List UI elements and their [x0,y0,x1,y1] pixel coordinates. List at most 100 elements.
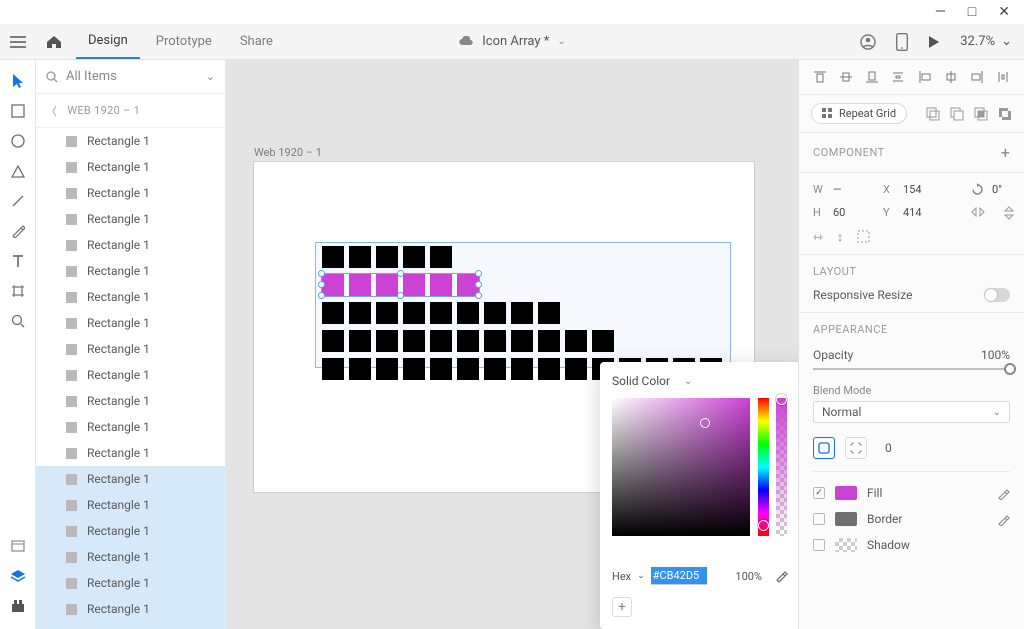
icon-rect[interactable] [403,302,425,324]
corner-independent-button[interactable] [845,437,867,459]
layer-item[interactable]: Rectangle 1 [36,440,225,466]
fill-checkbox[interactable]: ✓ [813,487,825,499]
window-close[interactable]: ✕ [998,5,1010,19]
tab-design[interactable]: Design [76,24,140,59]
add-swatch-button[interactable]: + [612,597,632,617]
icon-rect[interactable] [565,330,587,352]
repeat-grid-button[interactable]: Repeat Grid [811,103,907,124]
pen-tool[interactable] [2,216,34,246]
shadow-swatch[interactable] [835,538,857,552]
icon-rect[interactable] [376,302,398,324]
x-value[interactable]: 154 [903,183,947,196]
align-top-icon[interactable] [811,68,829,86]
icon-rect[interactable] [511,302,533,324]
polygon-tool[interactable] [2,156,34,186]
eyedropper-icon[interactable] [997,513,1010,526]
y-value[interactable]: 414 [903,206,947,219]
layer-item[interactable]: Rectangle 1 [36,570,225,596]
selection-handles[interactable] [322,274,479,296]
menu-icon[interactable] [0,36,36,48]
layer-item[interactable]: Rectangle 1 [36,128,225,154]
device-preview-icon[interactable] [896,33,908,51]
opacity-slider[interactable] [813,368,1010,370]
icon-rect[interactable] [457,302,479,324]
icon-rect[interactable] [403,330,425,352]
layer-item[interactable]: Rectangle 1 [36,492,225,518]
tab-share[interactable]: Share [228,24,285,59]
layer-item[interactable]: Rectangle 1 [36,258,225,284]
fill-swatch[interactable] [835,486,857,500]
layers-breadcrumb[interactable]: 〈 WEB 1920 – 1 [36,94,225,128]
plugins-panel-icon[interactable] [2,591,34,621]
layer-item[interactable]: Rectangle 1 [36,232,225,258]
text-tool[interactable] [2,246,34,276]
rectangle-tool[interactable] [2,96,34,126]
flip-h-icon[interactable] [971,206,985,220]
icon-rect[interactable] [592,330,614,352]
icon-rect[interactable] [430,330,452,352]
artboard-label[interactable]: Web 1920 – 1 [254,146,322,159]
tab-prototype[interactable]: Prototype [144,24,224,59]
corner-radius-value[interactable]: 0 [885,441,892,455]
add-component-button[interactable]: + [1001,143,1010,162]
zoom-tool[interactable] [2,306,34,336]
icon-rect[interactable] [376,358,398,380]
corner-same-button[interactable] [813,437,835,459]
layer-item[interactable]: Rectangle 1 [36,466,225,492]
boolean-add-icon[interactable] [926,107,940,121]
icon-rect[interactable] [349,246,371,268]
alpha-slider[interactable] [776,398,787,536]
saturation-value-box[interactable] [612,398,750,536]
icon-rect[interactable] [322,358,344,380]
select-tool[interactable] [2,66,34,96]
responsive-height-icon[interactable]: ↕ [837,230,843,244]
document-title[interactable]: Icon Array * ⌄ [458,34,566,49]
icon-rect[interactable] [484,302,506,324]
icon-rect[interactable] [403,246,425,268]
boolean-intersect-icon[interactable] [974,107,988,121]
icon-rect[interactable] [511,358,533,380]
alpha-value[interactable]: 100% [735,570,762,583]
layer-item[interactable]: Rectangle 1 [36,154,225,180]
width-value[interactable]: — [833,183,877,196]
icon-rect[interactable] [457,330,479,352]
align-bottom-icon[interactable] [863,68,881,86]
layer-item[interactable]: Rectangle 1 [36,414,225,440]
boolean-subtract-icon[interactable] [950,107,964,121]
play-icon[interactable] [928,35,940,49]
icon-rect[interactable] [430,358,452,380]
hue-slider[interactable] [758,398,769,536]
layers-panel-icon[interactable] [2,561,34,591]
layer-item[interactable]: Rectangle 1 [36,544,225,570]
distribute-v-icon[interactable] [889,68,907,86]
layer-item[interactable]: Rectangle 1 [36,336,225,362]
eyedropper-icon[interactable] [774,569,788,583]
color-format[interactable]: Hex [612,570,631,583]
home-icon[interactable] [36,35,72,49]
hex-input[interactable] [651,567,707,585]
responsive-width-icon[interactable]: ⇿ [813,230,823,244]
icon-rect[interactable] [376,246,398,268]
align-hcenter-icon[interactable] [942,68,960,86]
layer-item[interactable]: Rectangle 1 [36,388,225,414]
assets-panel-icon[interactable] [2,531,34,561]
line-tool[interactable] [2,186,34,216]
window-minimize[interactable]: — [935,5,946,19]
layer-item[interactable]: Rectangle 1 [36,596,225,622]
icon-rect[interactable] [322,246,344,268]
ellipse-tool[interactable] [2,126,34,156]
icon-rect[interactable] [403,358,425,380]
icon-rect[interactable] [538,358,560,380]
icon-rect[interactable] [430,302,452,324]
icon-rect[interactable] [322,330,344,352]
icon-rect[interactable] [538,330,560,352]
color-mode[interactable]: Solid Color [612,374,670,388]
height-value[interactable]: 60 [833,206,877,219]
icon-rect[interactable] [430,246,452,268]
rotate-icon[interactable] [971,183,984,196]
icon-rect[interactable] [322,302,344,324]
layer-item[interactable]: Rectangle 1 [36,180,225,206]
layer-item[interactable]: Rectangle 1 [36,206,225,232]
layer-item[interactable]: Rectangle 1 [36,310,225,336]
distribute-h-icon[interactable] [994,68,1012,86]
